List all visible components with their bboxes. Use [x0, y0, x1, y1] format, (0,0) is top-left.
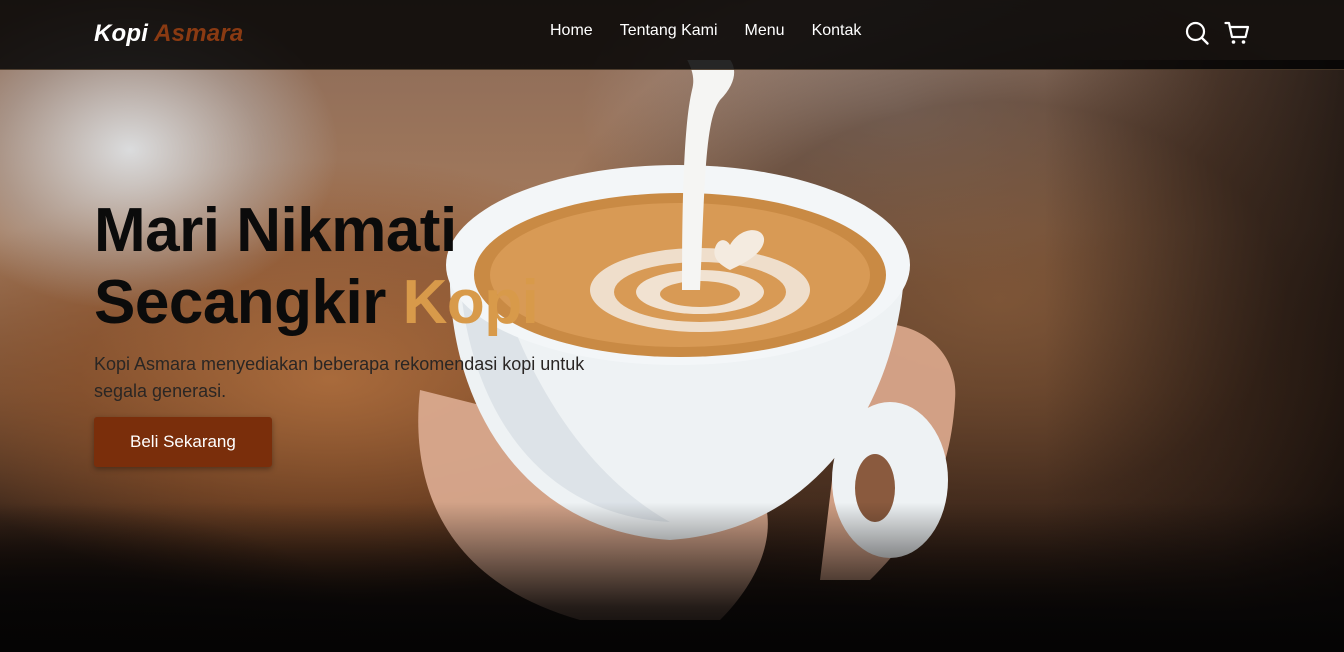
hero-headline-accent: Kopi	[402, 268, 539, 337]
hero-headline: Mari Nikmati Secangkir Kopi	[94, 195, 634, 339]
search-icon[interactable]	[1184, 20, 1210, 46]
nav-links: Home Tentang Kami Menu Kontak	[550, 22, 861, 40]
nav-link-menu[interactable]: Menu	[745, 22, 785, 40]
hero-section: Kopi Asmara Home Tentang Kami Menu Konta…	[0, 0, 1344, 652]
nav-link-kontak[interactable]: Kontak	[812, 22, 862, 40]
brand-name-part2: Asmara	[154, 20, 244, 47]
nav-icons	[1184, 20, 1250, 46]
shopping-cart-icon[interactable]	[1224, 20, 1250, 46]
nav-link-home[interactable]: Home	[550, 22, 593, 40]
hero-subtitle: Kopi Asmara menyediakan beberapa rekomen…	[94, 354, 585, 401]
brand-name-part1: Kopi	[94, 20, 149, 47]
buy-now-button[interactable]: Beli Sekarang	[94, 417, 272, 467]
background-bottom-fade	[0, 502, 1344, 652]
hero-content: Mari Nikmati Secangkir Kopi Kopi Asmara …	[94, 195, 634, 467]
brand-logo[interactable]: Kopi Asmara	[94, 20, 243, 48]
hero-headline-line2-prefix: Secangkir	[94, 268, 386, 337]
nav-link-tentang-kami[interactable]: Tentang Kami	[620, 22, 718, 40]
navbar: Kopi Asmara Home Tentang Kami Menu Konta…	[0, 0, 1344, 70]
hero-headline-line1: Mari Nikmati	[94, 196, 457, 265]
